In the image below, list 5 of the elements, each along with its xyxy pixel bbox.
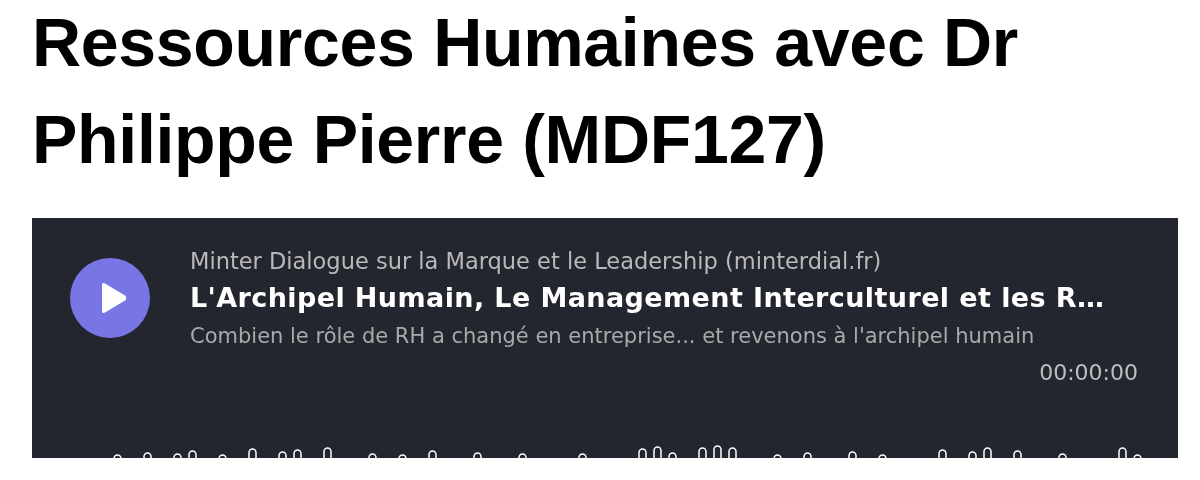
page-heading: Ressources Humaines avec Dr Philippe Pierre (MDF127) (32, 3, 1019, 179)
elapsed-time: 00:00:00 (1039, 359, 1138, 387)
podcast-name: Minter Dialogue sur la Marque et le Leadership (minterdial.fr) (190, 247, 883, 276)
episode-title: L'Archipel Humain, Le Management Interculturel et les R… (190, 281, 1105, 315)
episode-description: Combien le rôle de RH a changé en entreprise... et revenons à l'archipel humain (190, 323, 1036, 350)
